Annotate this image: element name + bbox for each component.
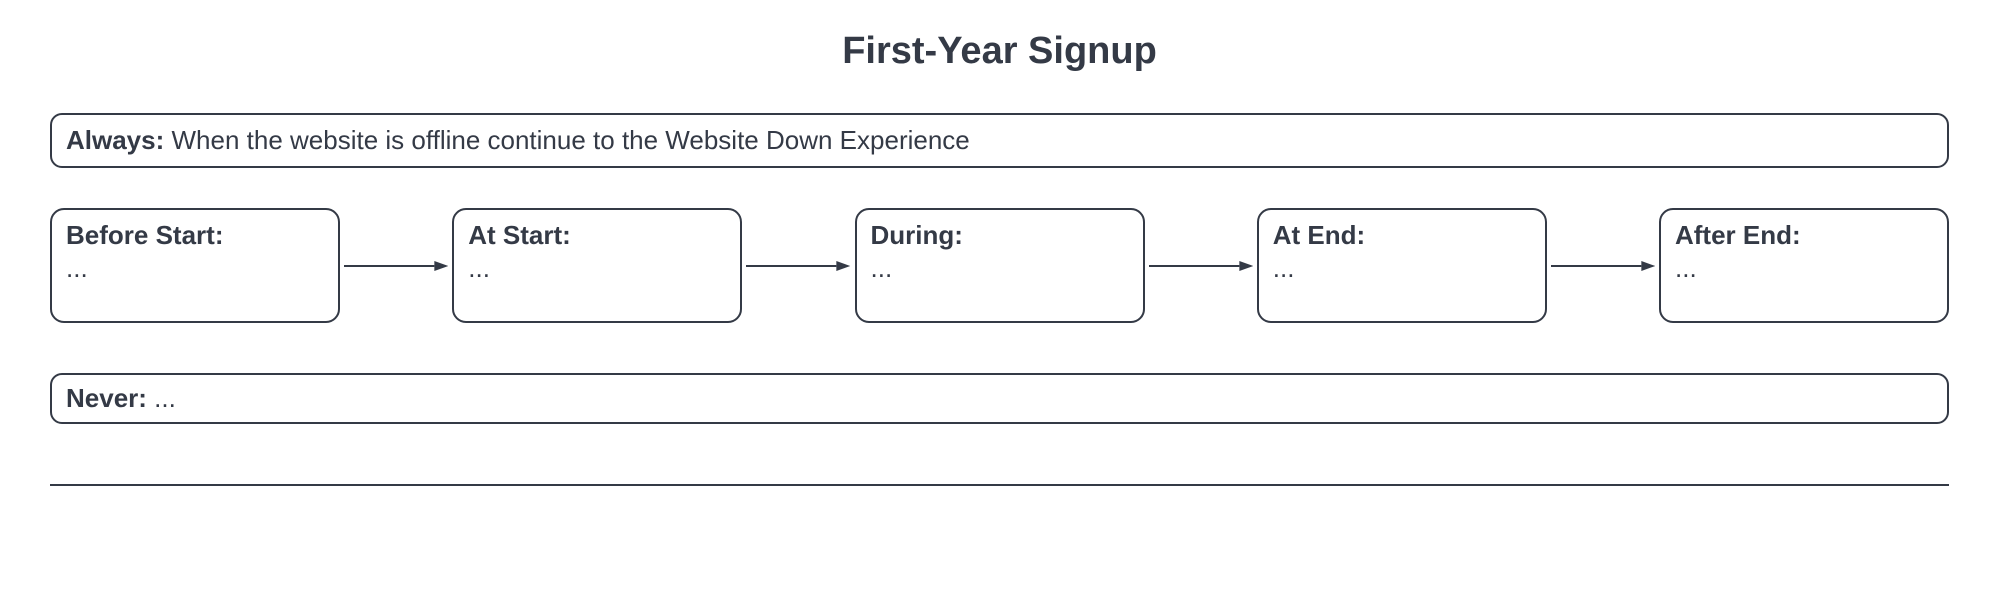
stage-after-end: After End: ...	[1659, 208, 1949, 323]
stage-before-start: Before Start: ...	[50, 208, 340, 323]
arrow-icon	[742, 256, 854, 276]
stage-content: ...	[1273, 253, 1531, 284]
never-text: ...	[147, 383, 176, 413]
stage-at-end: At End: ...	[1257, 208, 1547, 323]
always-text: When the website is offline continue to …	[164, 125, 970, 155]
never-box: Never: ...	[50, 373, 1949, 424]
stage-at-start: At Start: ...	[452, 208, 742, 323]
arrow-icon	[1145, 256, 1257, 276]
stage-content: ...	[1675, 253, 1933, 284]
stage-content: ...	[66, 253, 324, 284]
stage-label: At Start:	[468, 220, 726, 251]
never-label: Never:	[66, 383, 147, 413]
stage-label: At End:	[1273, 220, 1531, 251]
stages-row: Before Start: ... At Start: ... During: …	[50, 208, 1949, 323]
stage-during: During: ...	[855, 208, 1145, 323]
stage-label: Before Start:	[66, 220, 324, 251]
stage-label: After End:	[1675, 220, 1933, 251]
stage-content: ...	[468, 253, 726, 284]
always-box: Always: When the website is offline cont…	[50, 113, 1949, 168]
stage-label: During:	[871, 220, 1129, 251]
diagram-title: First-Year Signup	[50, 30, 1949, 73]
arrow-icon	[1547, 256, 1659, 276]
always-label: Always:	[66, 125, 164, 155]
divider-line	[50, 484, 1949, 486]
arrow-icon	[340, 256, 452, 276]
stage-content: ...	[871, 253, 1129, 284]
